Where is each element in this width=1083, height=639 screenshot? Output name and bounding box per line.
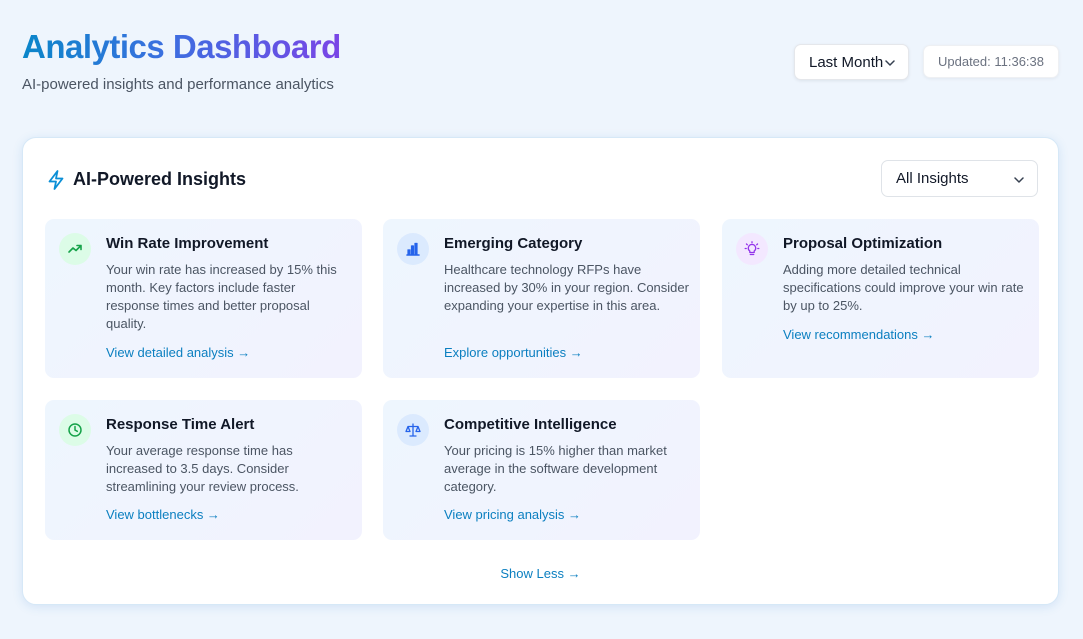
insight-title: Response Time Alert bbox=[106, 416, 255, 433]
lightning-icon bbox=[48, 170, 64, 190]
insight-body: Your pricing is 15% higher than market a… bbox=[444, 443, 667, 494]
ai-insights-panel: AI-Powered Insights All Insights Win Rat… bbox=[22, 137, 1059, 605]
insight-body: Healthcare technology RFPs have increase… bbox=[444, 262, 689, 313]
insight-card-response-time: Response Time Alert Your average respons… bbox=[45, 400, 362, 540]
view-pricing-analysis-link[interactable]: View pricing analysis → bbox=[444, 507, 581, 522]
chevron-down-icon bbox=[1014, 177, 1024, 183]
insight-title: Emerging Category bbox=[444, 235, 583, 252]
insights-filter-value: All Insights bbox=[896, 170, 969, 187]
insights-panel-title: AI-Powered Insights bbox=[73, 169, 247, 189]
scale-icon bbox=[397, 414, 429, 446]
bar-chart-icon bbox=[397, 233, 429, 265]
clock-icon bbox=[59, 414, 91, 446]
view-detailed-analysis-link[interactable]: View detailed analysis → bbox=[106, 345, 250, 360]
lightbulb-icon bbox=[736, 233, 768, 265]
insight-title: Win Rate Improvement bbox=[106, 235, 269, 252]
insight-body: Adding more detailed technical specifica… bbox=[783, 262, 1024, 313]
last-updated-badge: Updated: 11:36:38 bbox=[923, 45, 1059, 78]
insight-body: Your average response time has increased… bbox=[106, 443, 299, 494]
insights-filter-select[interactable]: All Insights bbox=[881, 160, 1038, 197]
insight-title: Proposal Optimization bbox=[783, 235, 943, 252]
period-select-value: Last Month bbox=[809, 53, 884, 71]
page-title: Analytics Dashboard bbox=[22, 28, 341, 65]
chevron-down-icon bbox=[885, 60, 895, 66]
period-select[interactable]: Last Month bbox=[794, 44, 909, 80]
analytics-dashboard-page: Analytics Dashboard AI-powered insights … bbox=[0, 0, 1083, 639]
insight-card-win-rate: Win Rate Improvement Your win rate has i… bbox=[45, 219, 362, 378]
insight-card-proposal-optimization: Proposal Optimization Adding more detail… bbox=[722, 219, 1039, 378]
insight-card-competitive-intelligence: Competitive Intelligence Your pricing is… bbox=[383, 400, 700, 540]
insight-card-emerging-category: Emerging Category Healthcare technology … bbox=[383, 219, 700, 378]
show-less-button[interactable]: Show Less → bbox=[23, 566, 1058, 581]
view-bottlenecks-link[interactable]: View bottlenecks → bbox=[106, 507, 220, 522]
view-recommendations-link[interactable]: View recommendations → bbox=[783, 327, 935, 342]
page-subtitle: AI-powered insights and performance anal… bbox=[22, 76, 334, 93]
insight-title: Competitive Intelligence bbox=[444, 416, 617, 433]
trending-up-icon bbox=[59, 233, 91, 265]
insight-body: Your win rate has increased by 15% this … bbox=[106, 262, 337, 331]
explore-opportunities-link[interactable]: Explore opportunities → bbox=[444, 345, 583, 360]
